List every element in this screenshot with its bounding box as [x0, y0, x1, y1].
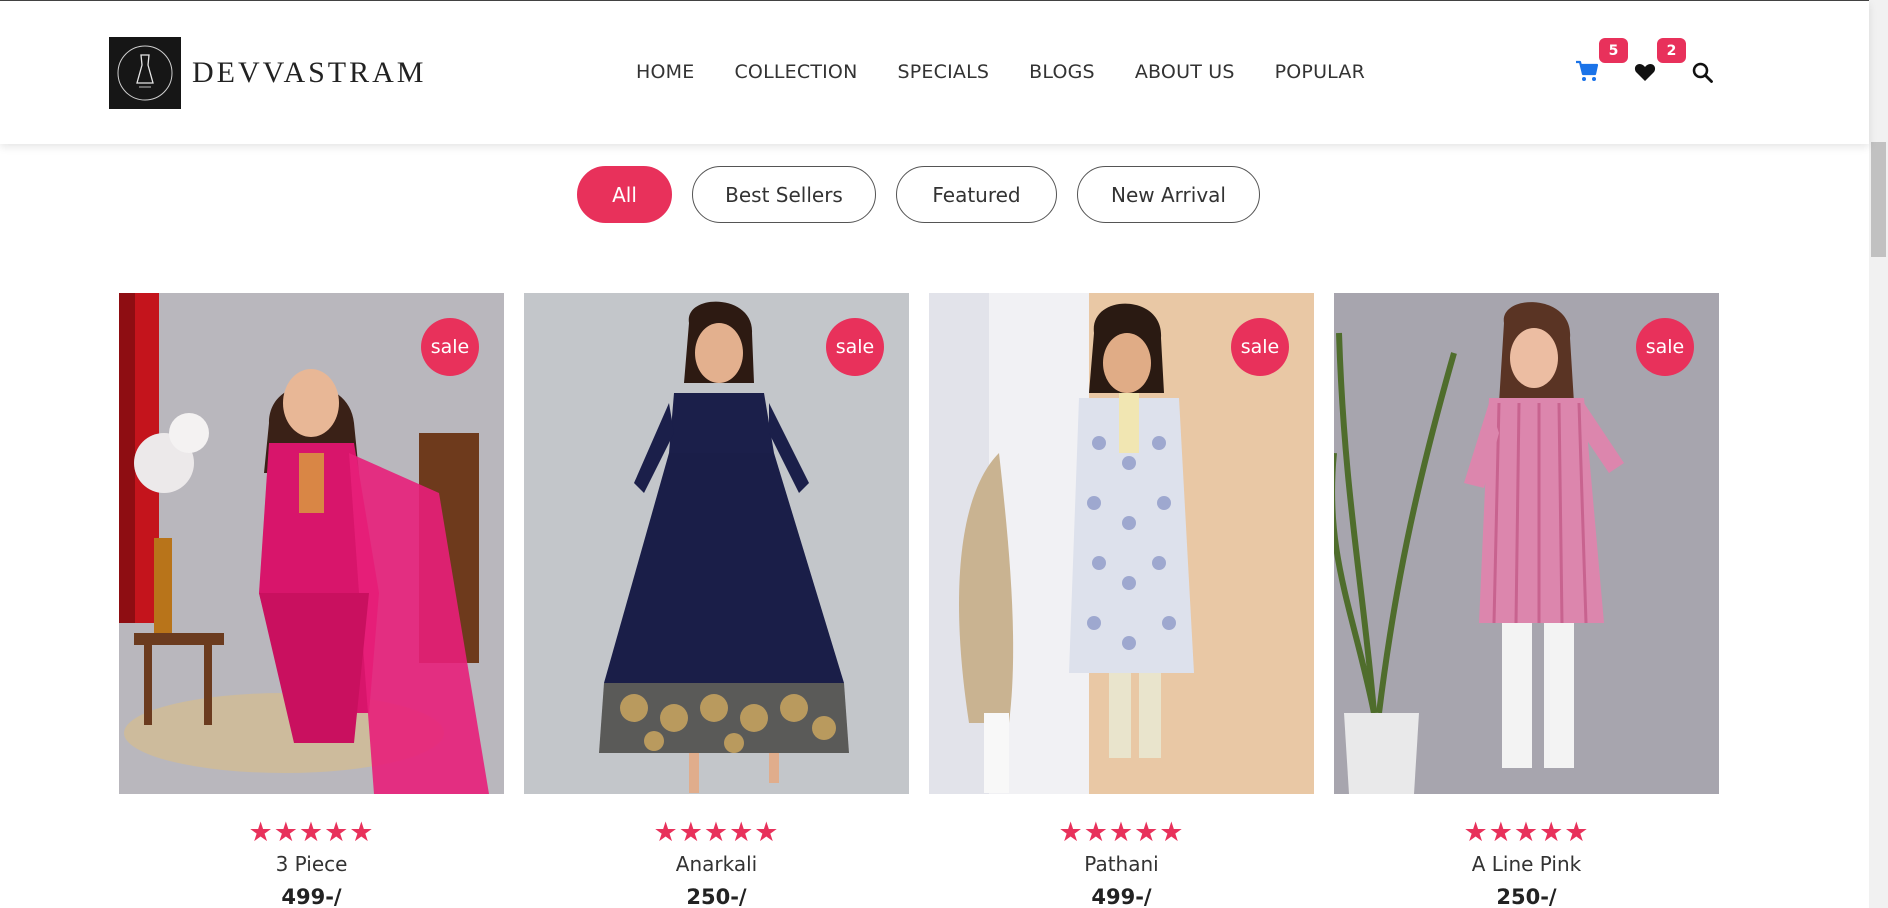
filter-tab-all[interactable]: All: [577, 166, 672, 223]
wishlist-button[interactable]: 2: [1634, 38, 1686, 87]
product-price: 250-/: [1496, 885, 1557, 908]
sale-badge: sale: [1636, 318, 1694, 376]
sale-badge: sale: [826, 318, 884, 376]
product-name[interactable]: A Line Pink: [1334, 852, 1719, 876]
rating-stars: ★★★★★: [1058, 817, 1185, 848]
product-name[interactable]: Anarkali: [524, 852, 909, 876]
filter-tab-featured[interactable]: Featured: [896, 166, 1057, 223]
search-icon: [1692, 62, 1713, 83]
rating-stars: ★★★★★: [653, 817, 780, 848]
product-price: 499-/: [281, 885, 342, 908]
nav-item-collection[interactable]: COLLECTION: [734, 61, 857, 83]
product-filter-tabs: All Best Sellers Featured New Arrival: [577, 166, 1260, 223]
site-header: DEVVASTRAM HOME COLLECTION SPECIALS BLOG…: [0, 1, 1869, 144]
main-nav: HOME COLLECTION SPECIALS BLOGS ABOUT US …: [636, 61, 1365, 83]
nav-item-home[interactable]: HOME: [636, 61, 694, 83]
wishlist-count-badge: 2: [1657, 38, 1686, 63]
product-price: 250-/: [686, 885, 747, 908]
scrollbar-thumb[interactable]: [1871, 142, 1886, 257]
brand-name[interactable]: DEVVASTRAM: [192, 56, 426, 90]
cart-count-badge: 5: [1599, 38, 1628, 63]
product-price: 499-/: [1091, 885, 1152, 908]
rating-stars: ★★★★★: [1463, 817, 1590, 848]
cart-icon: [1576, 60, 1599, 81]
heart-icon: [1634, 64, 1656, 81]
nav-item-blogs[interactable]: BLOGS: [1029, 61, 1095, 83]
product-name[interactable]: 3 Piece: [119, 852, 504, 876]
sale-badge: sale: [1231, 318, 1289, 376]
search-button[interactable]: [1692, 62, 1713, 88]
nav-item-specials[interactable]: SPECIALS: [898, 61, 990, 83]
page-scrollbar[interactable]: [1869, 0, 1888, 908]
nav-item-popular[interactable]: POPULAR: [1275, 61, 1365, 83]
filter-tab-best-sellers[interactable]: Best Sellers: [692, 166, 876, 223]
brand-logo[interactable]: [109, 37, 181, 109]
sale-badge: sale: [421, 318, 479, 376]
rating-stars: ★★★★★: [248, 817, 375, 848]
dress-logo-icon: [117, 45, 173, 101]
cart-button[interactable]: 5: [1575, 38, 1628, 87]
nav-item-about-us[interactable]: ABOUT US: [1135, 61, 1235, 83]
filter-tab-new-arrival[interactable]: New Arrival: [1077, 166, 1260, 223]
product-name[interactable]: Pathani: [929, 852, 1314, 876]
